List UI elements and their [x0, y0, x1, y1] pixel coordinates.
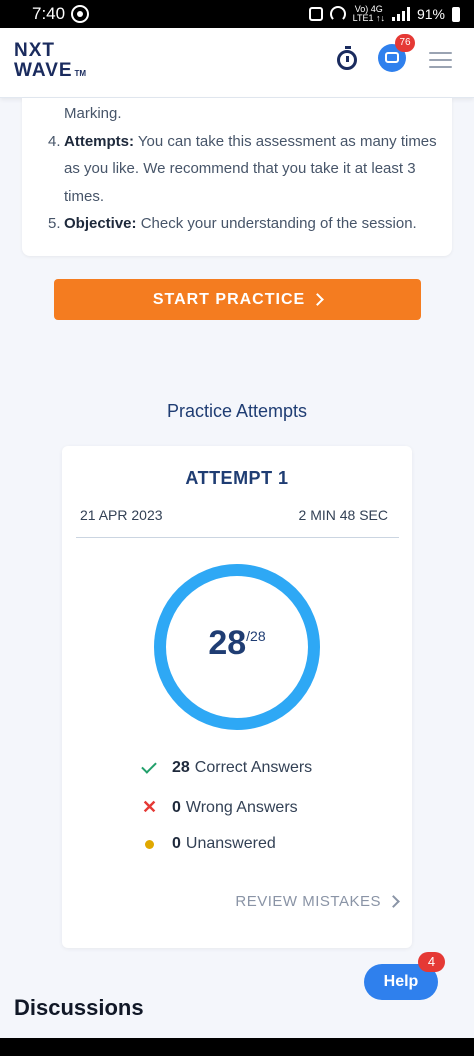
wrong-answers-row: ✕ 0 Wrong Answers — [142, 797, 298, 818]
score-total: /28 — [246, 628, 266, 644]
attempt-card: ATTEMPT 1 21 APR 2023 2 MIN 48 SEC 28/28… — [62, 446, 412, 948]
logo-line1: NXT — [14, 40, 55, 61]
system-nav-bar — [0, 1038, 474, 1056]
attempt-title: ATTEMPT 1 — [185, 468, 289, 488]
instruction-attempts-line3: times. — [64, 188, 105, 205]
stopwatch-icon[interactable] — [337, 46, 357, 70]
instructions-card: Marking. 4. Attempts: You can take this … — [22, 98, 452, 256]
correct-count: 28 — [172, 759, 190, 776]
instruction-number-5: 5. — [48, 215, 61, 232]
attempt-divider — [76, 537, 399, 538]
score-value: 28 — [208, 624, 247, 662]
status-right: Vo) 4G LTE1 ↑↓ 91% — [308, 4, 460, 23]
status-bar: 7:40 Vo) 4G LTE1 ↑↓ 91% — [0, 0, 474, 28]
correct-answers-row: 28 Correct Answers — [141, 758, 313, 777]
attempt-date: 21 APR 2023 — [80, 507, 163, 523]
chat-notification-badge: 76 — [395, 34, 415, 52]
dot-icon — [145, 839, 154, 849]
app-header: NXT WAVE TM 76 — [0, 28, 474, 98]
wrong-label: Wrong Answers — [185, 798, 298, 816]
unanswered-label: Unanswered — [185, 835, 276, 852]
whatsapp-icon — [71, 5, 90, 23]
network-type: Vo) 4G LTE1 ↑↓ — [352, 4, 385, 23]
nxtwave-logo[interactable]: NXT WAVE TM — [14, 41, 86, 84]
status-time: 7:40 — [32, 4, 66, 23]
wrong-count: 0 — [172, 798, 181, 816]
start-practice-button[interactable]: START PRACTICE — [54, 279, 421, 320]
instruction-objective: Objective: Check your understanding of t… — [64, 215, 417, 232]
chevron-right-icon — [311, 293, 325, 306]
check-icon — [141, 758, 157, 774]
instruction-attempts: Attempts: You can take this assessment a… — [64, 133, 437, 150]
logo-line2: WAVE TM — [14, 60, 87, 81]
chevron-right-icon — [387, 895, 400, 908]
review-mistakes-link[interactable]: REVIEW MISTAKES — [235, 893, 400, 910]
status-left: 7:40 — [32, 4, 90, 24]
unanswered-count: 0 — [172, 835, 181, 852]
attempt-duration: 2 MIN 48 SEC — [298, 507, 388, 523]
review-mistakes-label: REVIEW MISTAKES — [235, 893, 381, 910]
instruction-continuation: Marking. — [64, 105, 122, 122]
signal-icon — [391, 7, 410, 21]
lock-notification-icon — [308, 7, 323, 21]
instruction-attempts-line2: as you like. We recommend that you take … — [64, 160, 416, 177]
hamburger-menu-icon[interactable] — [429, 52, 452, 68]
cross-icon: ✕ — [142, 797, 158, 817]
score-display: 28/28 — [62, 624, 412, 663]
instruction-number-4: 4. — [48, 133, 61, 150]
hotspot-icon — [329, 6, 346, 22]
help-notification-badge: 4 — [418, 952, 445, 972]
start-practice-label: START PRACTICE — [152, 290, 306, 308]
logo-trademark: TM — [74, 69, 87, 78]
battery-percent: 91% — [416, 6, 445, 22]
discussions-title: Discussions — [14, 995, 144, 1020]
chat-bubble-icon — [385, 52, 399, 63]
practice-attempts-title: Practice Attempts — [166, 401, 308, 421]
correct-label: Correct Answers — [194, 759, 313, 776]
unanswered-row: 0 Unanswered — [142, 835, 276, 853]
battery-icon — [452, 6, 460, 22]
